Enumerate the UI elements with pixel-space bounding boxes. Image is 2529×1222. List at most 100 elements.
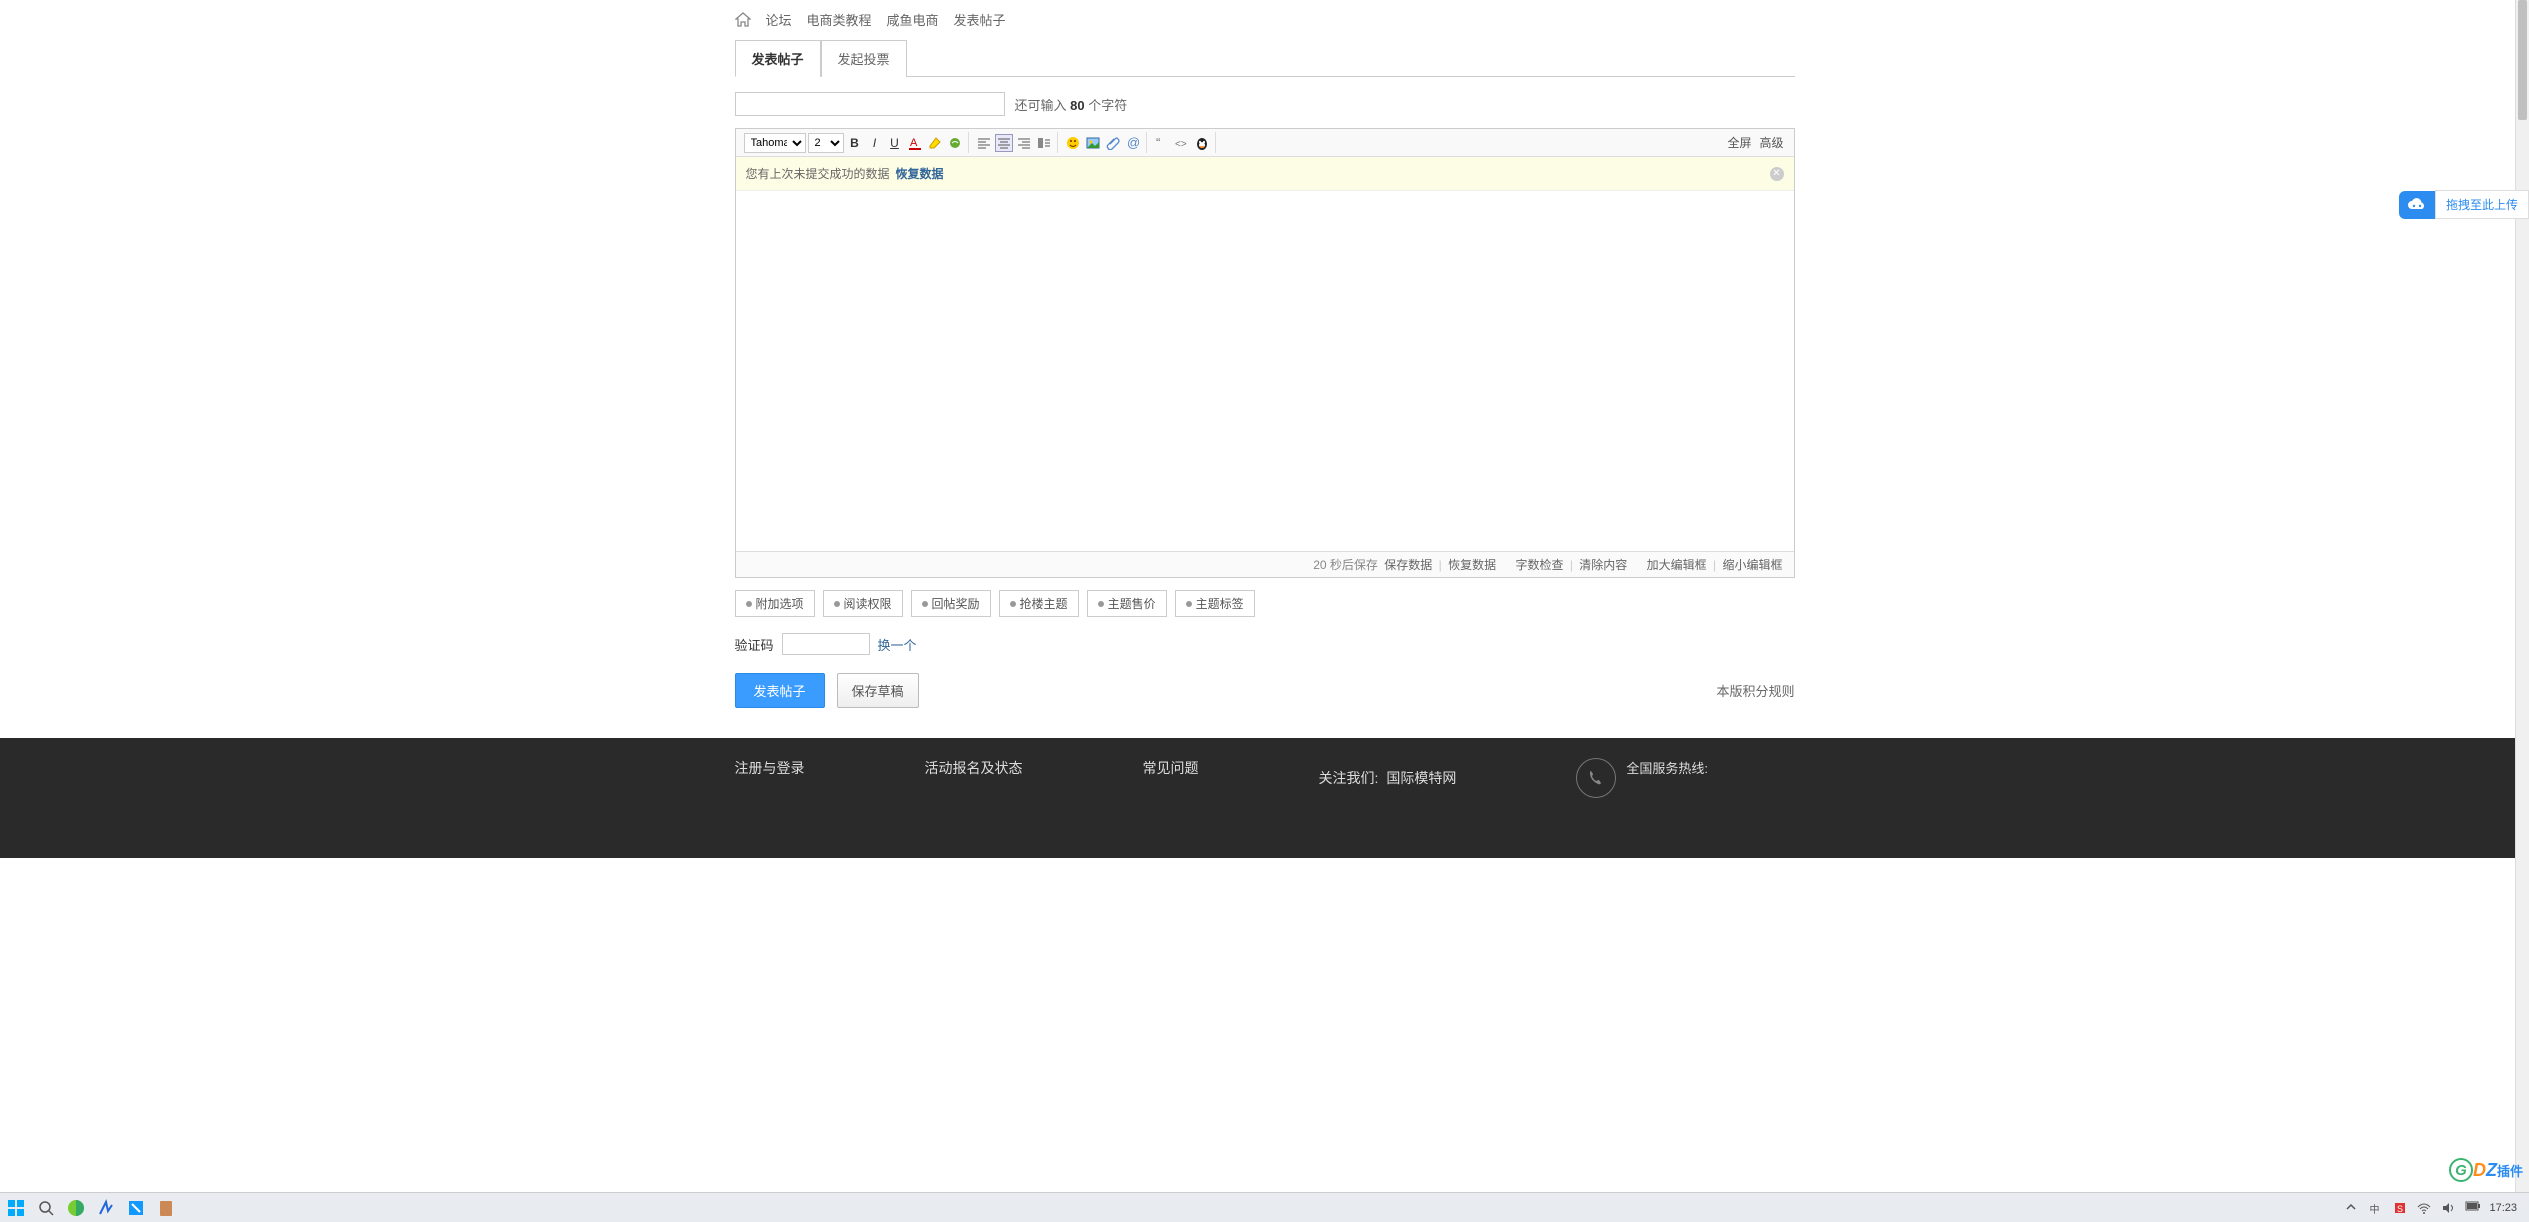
taskbar-app-browser-icon[interactable]: [66, 1198, 86, 1218]
start-button-icon[interactable]: [6, 1198, 26, 1218]
breadcrumb-forum[interactable]: 论坛: [766, 10, 792, 29]
breadcrumb-current[interactable]: 发表帖子: [954, 10, 1006, 29]
opt-label: 主题售价: [1108, 595, 1156, 612]
captcha-row: 验证码 换一个: [735, 633, 1795, 655]
site-footer: 注册与登录 活动报名及状态 常见问题 关注我们: 国际模特网 全国服务热线:: [0, 738, 2529, 858]
emoji-button[interactable]: [1064, 134, 1082, 152]
editor-textarea[interactable]: [736, 191, 1794, 551]
upload-float-widget[interactable]: 拖拽至此上传: [2399, 190, 2529, 219]
font-color-button[interactable]: A: [906, 134, 924, 152]
footer-follow-label: 关注我们:: [1319, 768, 1379, 788]
save-data-link[interactable]: 保存数据: [1384, 558, 1432, 572]
font-size-select[interactable]: 2: [808, 133, 844, 153]
tab-new-post[interactable]: 发表帖子: [735, 40, 821, 77]
save-draft-button[interactable]: 保存草稿: [837, 673, 919, 708]
footer-hotline-label: 全国服务热线:: [1626, 758, 1708, 777]
option-reply-reward[interactable]: 回帖奖励: [911, 590, 991, 617]
watermark-logo-icon: G: [2449, 1158, 2473, 1182]
opt-label: 回帖奖励: [932, 595, 980, 612]
windows-taskbar[interactable]: 中 S 17:23: [0, 1192, 2529, 1222]
footer-col-faq[interactable]: 常见问题: [1143, 758, 1199, 778]
advanced-toggle[interactable]: 高级: [1759, 134, 1783, 151]
post-options-row: 附加选项 阅读权限 回帖奖励 抢楼主题 主题售价 主题标签: [735, 590, 1795, 617]
ime-icon[interactable]: 中: [2369, 1201, 2383, 1215]
search-icon[interactable]: [36, 1198, 56, 1218]
post-type-tabs: 发表帖子 发起投票: [735, 39, 1795, 77]
word-count-link[interactable]: 字数检查: [1515, 558, 1563, 572]
option-topic-tags[interactable]: 主题标签: [1175, 590, 1255, 617]
bold-button[interactable]: B: [846, 134, 864, 152]
restore-link[interactable]: 恢复数据: [896, 165, 944, 182]
scrollbar-thumb[interactable]: [2518, 0, 2527, 120]
post-title-input[interactable]: [735, 92, 1005, 116]
char-count-hint: 还可输入 80 个字符: [1015, 95, 1128, 114]
font-name-select[interactable]: Tahoma: [744, 133, 806, 153]
tray-app-icon[interactable]: S: [2393, 1201, 2407, 1215]
enlarge-editor-link[interactable]: 加大编辑框: [1647, 558, 1707, 572]
dz-plugin-watermark: G D Z 插件: [2449, 1158, 2523, 1182]
chevron-up-icon[interactable]: [2345, 1201, 2359, 1215]
watermark-z: Z: [2486, 1160, 2497, 1181]
option-rush-reply[interactable]: 抢楼主题: [999, 590, 1079, 617]
opt-label: 抢楼主题: [1020, 595, 1068, 612]
at-button[interactable]: @: [1124, 134, 1142, 152]
editor-status-bar: 20 秒后保存 保存数据 | 恢复数据 字数检查 | 清除内容 加大编辑框 | …: [736, 551, 1794, 577]
clear-content-link[interactable]: 清除内容: [1579, 558, 1627, 572]
dot-icon: [1098, 601, 1104, 607]
home-icon[interactable]: [735, 12, 751, 28]
align-left-button[interactable]: [975, 134, 993, 152]
image-button[interactable]: [1084, 134, 1102, 152]
title-row: 还可输入 80 个字符: [735, 92, 1795, 116]
taskbar-clock[interactable]: 17:23: [2489, 1202, 2517, 1214]
svg-text:<>: <>: [1175, 139, 1187, 150]
taskbar-app-2-icon[interactable]: [96, 1198, 116, 1218]
toolbar-right: 全屏 高级: [1727, 134, 1789, 151]
char-hint-prefix: 还可输入: [1015, 98, 1071, 113]
publish-button[interactable]: 发表帖子: [735, 673, 825, 708]
wifi-icon[interactable]: [2417, 1201, 2431, 1215]
upload-drop-label: 拖拽至此上传: [2435, 190, 2529, 219]
fullscreen-toggle[interactable]: 全屏: [1727, 134, 1751, 151]
taskbar-app-4-icon[interactable]: [156, 1198, 176, 1218]
option-read-permission[interactable]: 阅读权限: [823, 590, 903, 617]
option-topic-price[interactable]: 主题售价: [1087, 590, 1167, 617]
breadcrumb-category[interactable]: 电商类教程: [807, 10, 872, 29]
footer-col-activity[interactable]: 活动报名及状态: [925, 758, 1023, 778]
code-button[interactable]: <>: [1173, 134, 1191, 152]
align-right-button[interactable]: [1015, 134, 1033, 152]
separator: |: [1713, 558, 1716, 572]
highlight-button[interactable]: [926, 134, 944, 152]
char-hint-suffix: 个字符: [1085, 98, 1128, 113]
quote-button[interactable]: “: [1153, 134, 1171, 152]
tab-new-poll[interactable]: 发起投票: [821, 40, 907, 77]
attachment-button[interactable]: [1104, 134, 1122, 152]
option-additional[interactable]: 附加选项: [735, 590, 815, 617]
breadcrumb-board[interactable]: 咸鱼电商: [887, 10, 939, 29]
separator: |: [1439, 558, 1442, 572]
restore-data-link[interactable]: 恢复数据: [1448, 558, 1496, 572]
footer-col-register[interactable]: 注册与登录: [735, 758, 805, 778]
captcha-input[interactable]: [782, 633, 870, 655]
browser-scrollbar[interactable]: [2515, 0, 2529, 1192]
footer-follow-name: 国际模特网: [1386, 768, 1456, 788]
close-icon[interactable]: ✕: [1770, 167, 1784, 181]
link-format-button[interactable]: [946, 134, 964, 152]
taskbar-app-3-icon[interactable]: [126, 1198, 146, 1218]
points-rules-link[interactable]: 本版积分规则: [1716, 681, 1794, 700]
cloud-upload-icon[interactable]: [2399, 191, 2435, 219]
opt-label: 附加选项: [756, 595, 804, 612]
restore-data-bar: 您有上次未提交成功的数据 恢复数据 ✕: [736, 157, 1794, 191]
battery-icon[interactable]: [2465, 1201, 2479, 1215]
float-button[interactable]: [1035, 134, 1053, 152]
qq-button[interactable]: [1193, 134, 1211, 152]
captcha-refresh-link[interactable]: 换一个: [878, 635, 917, 654]
shrink-editor-link[interactable]: 缩小编辑框: [1722, 558, 1782, 572]
breadcrumb: 论坛 电商类教程 咸鱼电商 发表帖子: [735, 0, 1795, 39]
svg-text:“: “: [1156, 136, 1160, 150]
captcha-label: 验证码: [735, 635, 774, 654]
align-center-button[interactable]: [995, 134, 1013, 152]
italic-button[interactable]: I: [866, 134, 884, 152]
char-count-number: 80: [1070, 98, 1084, 113]
volume-icon[interactable]: [2441, 1201, 2455, 1215]
underline-button[interactable]: U: [886, 134, 904, 152]
